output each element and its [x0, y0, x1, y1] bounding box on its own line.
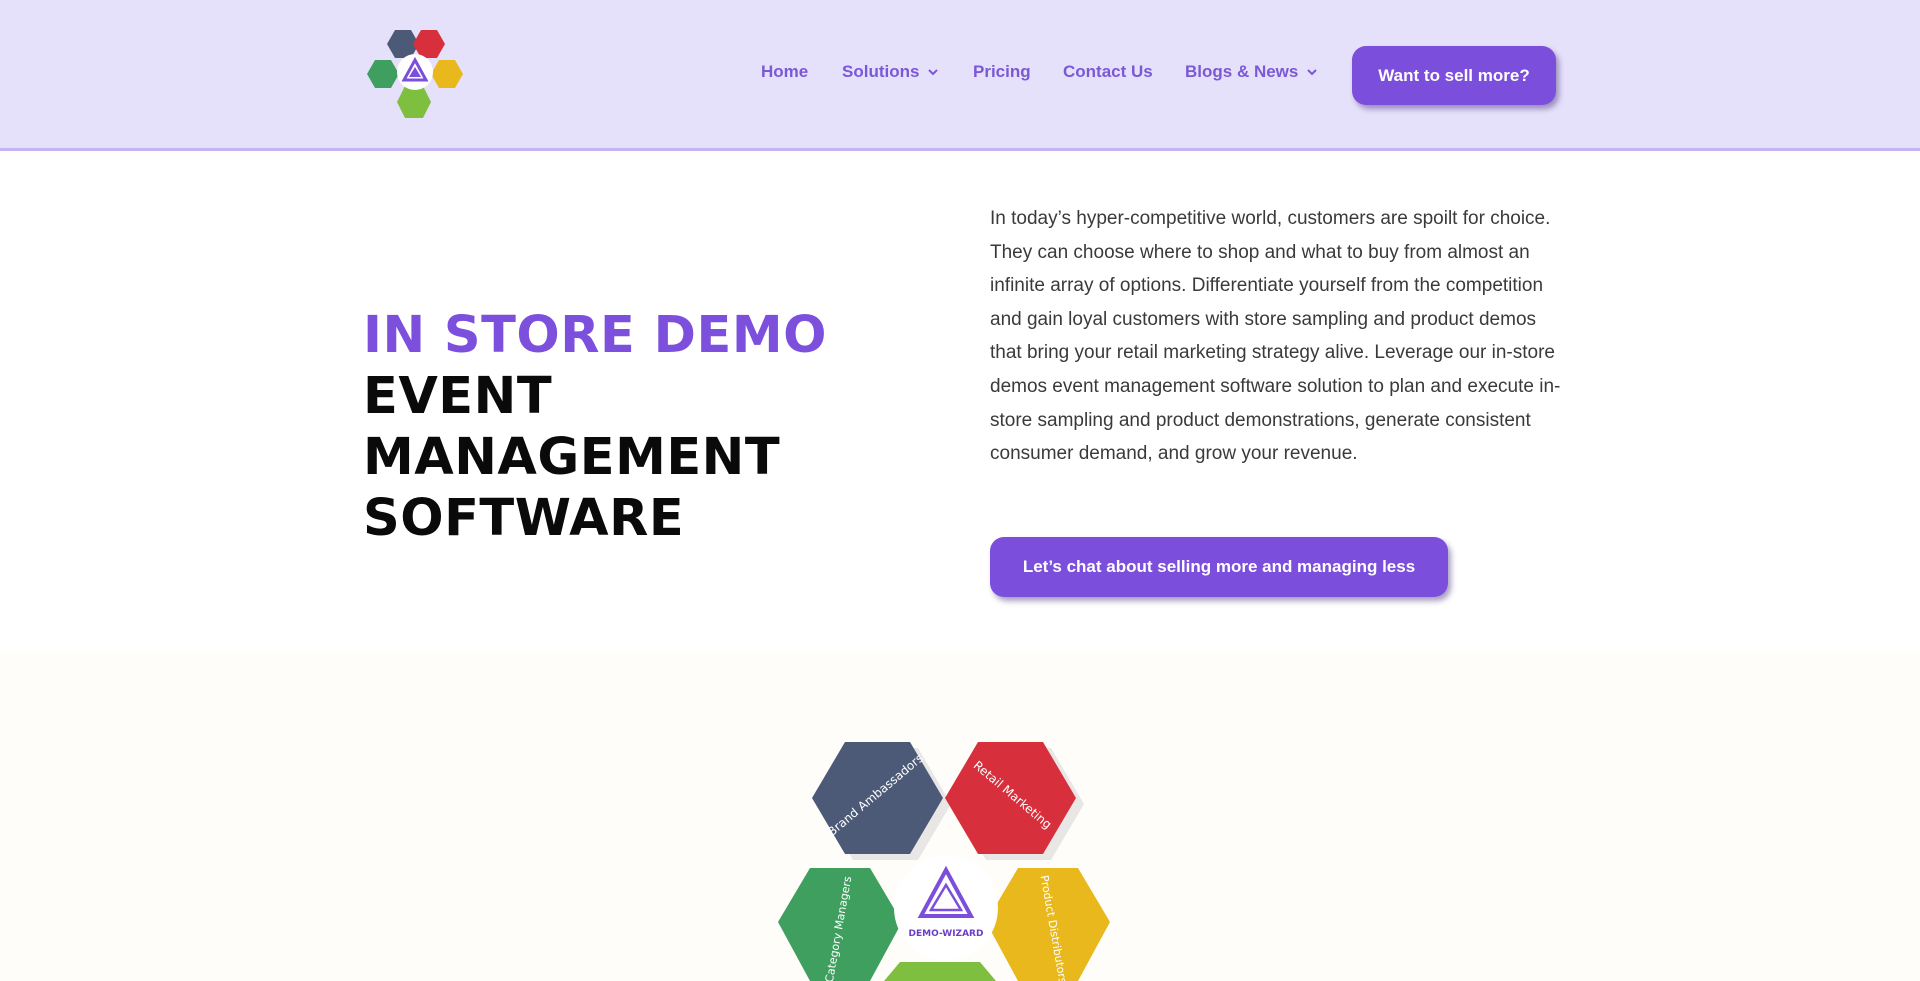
lets-chat-button[interactable]: Let’s chat about selling more and managi…	[990, 537, 1448, 597]
hero-headline: IN STORE DEMO EVENT MANAGEMENT SOFTWARE	[363, 305, 963, 549]
puzzle-piece-product-distributors: Product Distributors	[986, 868, 1110, 981]
nav-contact-us[interactable]: Contact Us	[1063, 62, 1153, 82]
nav-pricing[interactable]: Pricing	[973, 62, 1031, 82]
chevron-down-icon	[928, 69, 939, 76]
puzzle-logo-icon[interactable]	[365, 26, 475, 130]
demo-wizard-logo: DEMO-WIZARD	[894, 856, 998, 960]
nav-home-label: Home	[761, 62, 809, 81]
nav-solutions[interactable]: Solutions	[842, 62, 939, 82]
headline-line-2: EVENT MANAGEMENT	[363, 367, 781, 487]
want-to-sell-more-button[interactable]: Want to sell more?	[1352, 46, 1556, 105]
nav-pricing-label: Pricing	[973, 62, 1031, 81]
nav-home[interactable]: Home	[761, 62, 808, 82]
nav-blogs-news-label: Blogs & News	[1185, 62, 1299, 81]
puzzle-illustration: Brand Ambassadors Retail Marketing Categ…	[778, 742, 1110, 981]
puzzle-piece-category-managers: Category Managers	[778, 868, 902, 981]
site-header: Home Solutions Pricing Contact Us Blogs …	[0, 0, 1920, 151]
nav-blogs-news[interactable]: Blogs & News	[1185, 62, 1318, 82]
nav-contact-us-label: Contact Us	[1063, 62, 1153, 81]
svg-text:DEMO-WIZARD: DEMO-WIZARD	[909, 929, 984, 939]
hero-description: In today’s hyper-competitive world, cust…	[990, 208, 1561, 465]
chevron-down-icon	[1307, 69, 1318, 76]
headline-line-3: SOFTWARE	[363, 489, 685, 548]
headline-accent: IN STORE DEMO	[363, 306, 827, 365]
nav-solutions-label: Solutions	[842, 62, 920, 81]
